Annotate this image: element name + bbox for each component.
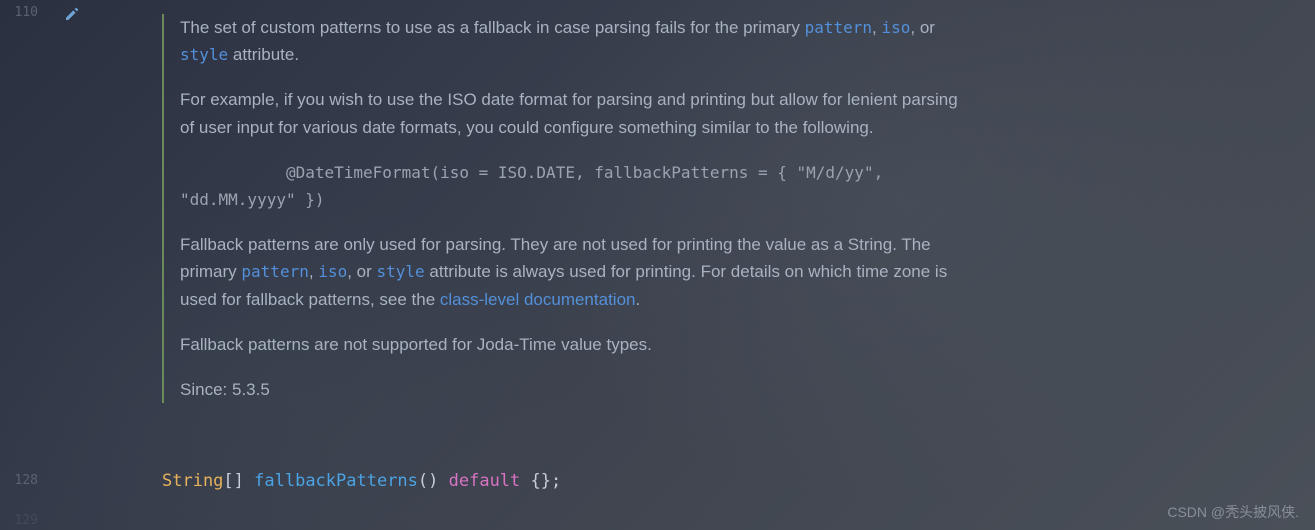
token-method: fallbackPatterns <box>254 471 418 491</box>
editor-area: 110 128 129 The set of custom patterns t… <box>0 0 1315 530</box>
token-brackets: [] <box>223 471 254 491</box>
code-ref-style[interactable]: style <box>180 45 228 64</box>
since-label: Since: <box>180 380 232 399</box>
doc-paragraph: Fallback patterns are only used for pars… <box>180 231 962 313</box>
code-ref-iso[interactable]: iso <box>318 262 347 281</box>
doc-text: The set of custom patterns to use as a f… <box>180 18 805 37</box>
code-ref-iso[interactable]: iso <box>881 18 910 37</box>
doc-paragraph: For example, if you wish to use the ISO … <box>180 86 962 140</box>
doc-code-example: @DateTimeFormat(iso = ISO.DATE, fallback… <box>180 159 962 213</box>
line-number: 128 <box>0 473 48 488</box>
javadoc-block: The set of custom patterns to use as a f… <box>162 14 962 403</box>
code-ref-pattern[interactable]: pattern <box>241 262 308 281</box>
doc-text: , <box>309 262 318 281</box>
token-type: String <box>162 471 223 491</box>
line-number: 110 <box>0 2 38 24</box>
doc-since: Since: 5.3.5 <box>180 376 962 403</box>
doc-paragraph: The set of custom patterns to use as a f… <box>180 14 962 68</box>
line-number: 129 <box>0 513 48 528</box>
doc-link-class-level[interactable]: class-level documentation <box>440 290 636 309</box>
token-keyword: default <box>449 471 531 491</box>
code-ref-pattern[interactable]: pattern <box>805 18 872 37</box>
token-parens: () <box>418 471 449 491</box>
source-code-line[interactable]: String[] fallbackPatterns() default {}; <box>162 470 561 492</box>
edit-icon[interactable] <box>64 9 80 26</box>
gutter-actions <box>48 0 92 530</box>
doc-text: . <box>635 290 640 309</box>
token-braces: {} <box>531 471 551 491</box>
doc-text: attribute. <box>228 45 299 64</box>
token-semicolon: ; <box>551 471 561 491</box>
watermark: CSDN @秃头披风侠. <box>1167 502 1299 522</box>
since-value: 5.3.5 <box>232 380 270 399</box>
doc-text: , or <box>347 262 376 281</box>
content-column: The set of custom patterns to use as a f… <box>92 0 1315 530</box>
line-gutter: 110 128 129 <box>0 0 48 530</box>
doc-paragraph: Fallback patterns are not supported for … <box>180 331 962 358</box>
code-ref-style[interactable]: style <box>377 262 425 281</box>
doc-text: , or <box>910 18 935 37</box>
